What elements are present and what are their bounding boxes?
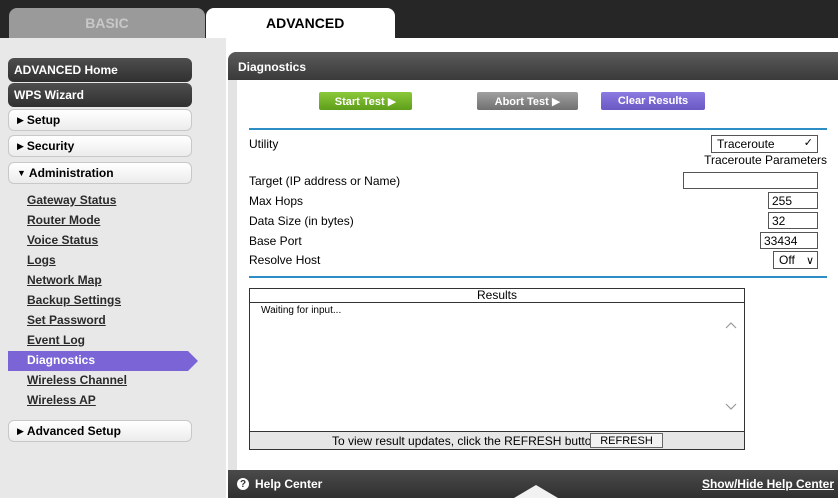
diagnostics-panel: Diagnostics Start Test ▶ Abort Test ▶ Cl…: [228, 52, 838, 498]
results-text: Waiting for input...: [261, 305, 342, 316]
sidebar-link-backup-settings[interactable]: Backup Settings: [27, 293, 121, 307]
sidebar-link-diagnostics-label: Diagnostics: [27, 353, 96, 367]
sidebar-item-wps-wizard[interactable]: WPS Wizard: [8, 83, 192, 107]
expand-arrow-icon: ▶: [17, 114, 24, 125]
refresh-button[interactable]: REFRESH: [590, 433, 663, 448]
sidebar-link-gateway-status[interactable]: Gateway Status: [27, 193, 116, 207]
chevron-down-icon: ∨: [805, 254, 814, 267]
sidebar-link-wireless-ap[interactable]: Wireless AP: [27, 393, 96, 407]
base-port-input[interactable]: 33434: [760, 232, 818, 249]
sidebar-link-wireless-channel[interactable]: Wireless Channel: [27, 373, 127, 387]
target-label: Target (IP address or Name): [249, 174, 401, 188]
sidebar-link-event-log[interactable]: Event Log: [27, 333, 85, 347]
resolve-host-label: Resolve Host: [249, 253, 321, 267]
tab-basic[interactable]: BASIC: [9, 8, 205, 38]
collapse-arrow-icon: ▼: [17, 168, 26, 178]
section-divider: [249, 276, 827, 278]
sidebar-item-administration-label: Administration: [28, 166, 114, 180]
utility-select-value: Traceroute: [717, 137, 775, 151]
scroll-down-icon[interactable]: [724, 402, 738, 412]
help-center-bar: ? Help Center Show/Hide Help Center: [228, 470, 838, 498]
sidebar-link-router-mode[interactable]: Router Mode: [27, 213, 100, 227]
sidebar-link-voice-status[interactable]: Voice Status: [27, 233, 98, 247]
clear-results-button[interactable]: Clear Results: [601, 92, 705, 110]
resolve-host-select[interactable]: Off ∨: [773, 251, 818, 269]
results-box: Results Waiting for input...: [249, 288, 745, 450]
sidebar-item-advanced-setup[interactable]: ▶ Advanced Setup: [8, 420, 192, 442]
max-hops-input[interactable]: 255: [768, 192, 818, 209]
chevron-down-icon: ✓: [803, 137, 813, 149]
sidebar-link-network-map[interactable]: Network Map: [27, 273, 102, 287]
resolve-host-value: Off: [779, 253, 795, 267]
sidebar-item-advanced-setup-label: Advanced Setup: [26, 424, 121, 438]
parameters-header: Traceroute Parameters: [704, 153, 827, 167]
top-tab-bar: BASIC ADVANCED: [0, 0, 838, 38]
sidebar-item-security-label: Security: [26, 139, 75, 153]
base-port-label: Base Port: [249, 234, 302, 248]
sidebar-link-diagnostics-active[interactable]: Diagnostics: [8, 351, 198, 371]
panel-content: Start Test ▶ Abort Test ▶ Clear Results …: [237, 80, 838, 472]
refresh-note: To view result updates, click the REFRES…: [332, 434, 602, 448]
tab-advanced[interactable]: ADVANCED: [206, 8, 395, 38]
router-admin-page: BASIC ADVANCED ADVANCED Home WPS Wizard …: [0, 0, 838, 498]
sidebar-item-advanced-home[interactable]: ADVANCED Home: [8, 58, 192, 82]
utility-select[interactable]: Traceroute ✓: [711, 135, 818, 153]
sidebar-item-security[interactable]: ▶ Security: [8, 135, 192, 157]
sidebar: ADVANCED Home WPS Wizard ▶ Setup ▶ Secur…: [0, 38, 226, 498]
sidebar-link-set-password[interactable]: Set Password: [27, 313, 106, 327]
scroll-up-icon[interactable]: [724, 320, 738, 330]
section-divider: [249, 128, 827, 130]
target-input[interactable]: [683, 172, 818, 189]
sidebar-link-logs[interactable]: Logs: [27, 253, 56, 267]
results-header: Results: [250, 289, 744, 303]
data-size-label: Data Size (in bytes): [249, 214, 354, 228]
panel-title: Diagnostics: [228, 52, 838, 80]
expand-arrow-icon: ▶: [17, 425, 24, 436]
help-icon[interactable]: ?: [237, 478, 249, 490]
data-size-input[interactable]: 32: [768, 212, 818, 229]
abort-test-button[interactable]: Abort Test ▶: [477, 92, 578, 110]
sidebar-item-setup[interactable]: ▶ Setup: [8, 109, 192, 131]
toggle-triangle-icon[interactable]: [514, 485, 558, 498]
sidebar-item-administration[interactable]: ▼ Administration: [8, 162, 192, 184]
max-hops-label: Max Hops: [249, 194, 304, 208]
expand-arrow-icon: ▶: [17, 140, 24, 151]
sidebar-item-setup-label: Setup: [26, 113, 61, 127]
help-center-label[interactable]: Help Center: [255, 477, 322, 491]
show-hide-help-link[interactable]: Show/Hide Help Center: [702, 477, 834, 491]
utility-label: Utility: [249, 137, 279, 151]
results-footer: To view result updates, click the REFRES…: [249, 431, 745, 450]
start-test-button[interactable]: Start Test ▶: [319, 92, 412, 110]
